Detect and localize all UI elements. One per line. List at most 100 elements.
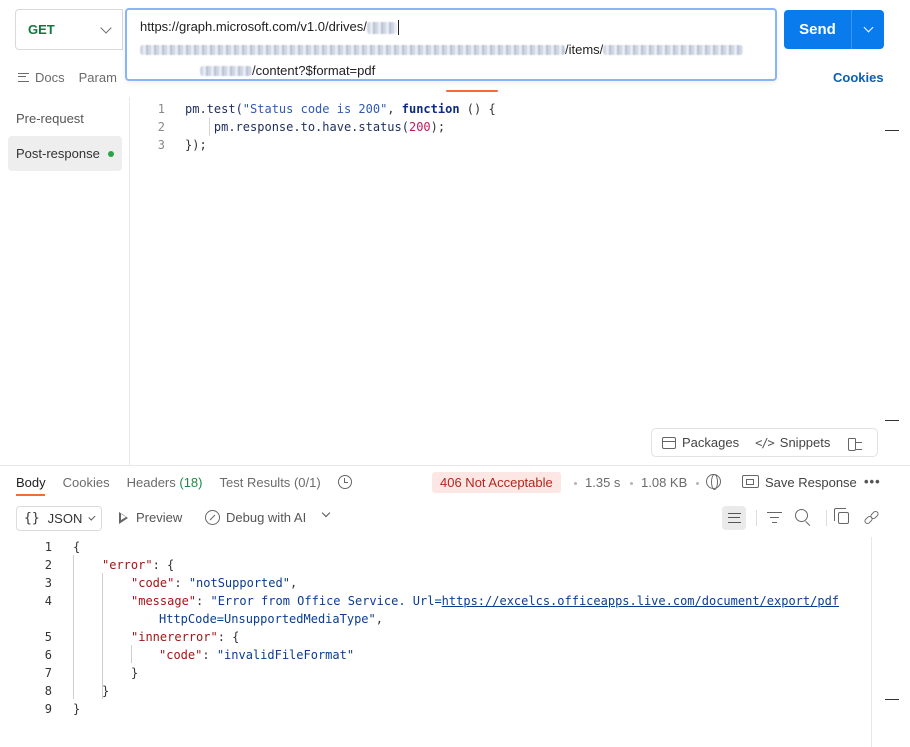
status-badge[interactable]: 406 Not Acceptable bbox=[432, 472, 561, 493]
history-icon[interactable] bbox=[337, 475, 352, 489]
json-token: { bbox=[73, 540, 81, 554]
test-results-count: (0/1) bbox=[293, 474, 321, 490]
line-number: 5 bbox=[44, 630, 52, 644]
tab-params[interactable]: Param bbox=[79, 70, 117, 85]
send-options-button[interactable] bbox=[852, 10, 884, 49]
tab-headers-label: Headers bbox=[126, 474, 176, 490]
json-value: HttpCode=UnsupportedMediaType" bbox=[159, 612, 376, 626]
redacted-item-id bbox=[603, 45, 744, 55]
send-button-group: Send bbox=[784, 10, 884, 49]
code-line: 1 pm.test("Status code is 200", function … bbox=[131, 100, 871, 118]
headers-count: (18) bbox=[179, 474, 203, 490]
search-icon[interactable] bbox=[795, 509, 808, 522]
docs-icon bbox=[18, 72, 29, 82]
url-text-content: /content?$format=pdf bbox=[252, 63, 376, 78]
code-token: }); bbox=[185, 138, 207, 152]
more-icon[interactable]: ••• bbox=[864, 474, 881, 489]
packages-button[interactable]: Packages bbox=[662, 435, 739, 450]
package-icon bbox=[662, 436, 676, 449]
url-text-items: /items/ bbox=[565, 42, 604, 57]
url-line-1: https://graph.microsoft.com/v1.0/drives/ bbox=[140, 17, 762, 37]
save-response-button[interactable]: Save Response bbox=[765, 475, 857, 490]
json-value: "notSupported" bbox=[188, 576, 290, 590]
response-time[interactable]: 1.35 s bbox=[585, 475, 620, 490]
url-input[interactable]: https://graph.microsoft.com/v1.0/drives/… bbox=[125, 8, 777, 81]
separator-dot bbox=[574, 482, 577, 485]
beautify-button[interactable] bbox=[846, 436, 863, 451]
line-number: 2 bbox=[157, 120, 165, 134]
line-number: 6 bbox=[44, 648, 52, 662]
line-number: 1 bbox=[157, 102, 165, 116]
filter-icon[interactable] bbox=[767, 512, 782, 524]
sidebar-item-label: Post-response bbox=[16, 146, 100, 161]
response-body[interactable]: 1{ 2 "error": { 3 "code": "notSupported", … bbox=[0, 537, 870, 737]
preview-label: Preview bbox=[136, 510, 183, 525]
code-line: 3}); bbox=[131, 136, 871, 154]
indent-guide bbox=[102, 573, 103, 699]
json-token: : { bbox=[217, 630, 240, 644]
code-token: ); bbox=[430, 120, 446, 134]
line-number: 3 bbox=[157, 138, 165, 152]
tab-test-results[interactable]: Test Results (0/1) bbox=[220, 475, 321, 490]
cookies-link[interactable]: Cookies bbox=[833, 70, 884, 85]
scrollbar-mark[interactable] bbox=[885, 699, 899, 700]
divider bbox=[756, 510, 757, 526]
script-editor[interactable]: 1 pm.test("Status code is 200", function … bbox=[131, 97, 881, 465]
scrollbar-mark[interactable] bbox=[885, 130, 899, 131]
json-value: "Error from Office Service. Url= bbox=[210, 594, 442, 608]
code-token: pm.response.to.have.status( bbox=[213, 120, 409, 134]
globe-icon[interactable] bbox=[706, 474, 721, 490]
json-line-wrap: HttpCode=UnsupportedMediaType", bbox=[159, 612, 383, 626]
format-value: JSON bbox=[47, 511, 83, 526]
wrap-lines-button[interactable] bbox=[722, 506, 746, 530]
tab-cookies[interactable]: Cookies bbox=[63, 475, 110, 490]
copy-icon[interactable] bbox=[834, 508, 849, 524]
scrollbar[interactable] bbox=[871, 537, 872, 747]
snippets-label: Snippets bbox=[779, 435, 831, 450]
sidebar-item-pre-request[interactable]: Pre-request bbox=[8, 101, 122, 136]
tab-body[interactable]: Body bbox=[16, 475, 46, 490]
json-key: "code" bbox=[159, 648, 203, 662]
snippets-button[interactable]: </> Snippets bbox=[755, 435, 830, 450]
json-line: 7} bbox=[0, 664, 138, 682]
separator-dot bbox=[630, 482, 633, 485]
json-line: 8} bbox=[0, 682, 109, 700]
json-key: "error" bbox=[102, 558, 153, 572]
active-tab-indicator bbox=[446, 90, 498, 92]
send-button[interactable]: Send bbox=[784, 21, 851, 38]
tab-test-results-label: Test Results bbox=[219, 474, 291, 490]
tab-headers[interactable]: Headers (18) bbox=[127, 475, 203, 490]
redacted-drive-id-cont bbox=[140, 45, 565, 55]
tab-docs[interactable]: Docs bbox=[18, 70, 65, 85]
json-token: } bbox=[73, 702, 81, 716]
link-icon[interactable] bbox=[863, 509, 880, 526]
json-key: "innererror" bbox=[131, 630, 218, 644]
json-link[interactable]: https://excelcs.officeapps.live.com/docu… bbox=[442, 594, 839, 608]
debug-with-ai-button[interactable]: Debug with AI bbox=[205, 510, 306, 525]
play-icon bbox=[119, 511, 129, 524]
preview-button[interactable]: Preview bbox=[119, 510, 182, 525]
braces-icon: {} bbox=[24, 511, 40, 526]
indent-guide bbox=[73, 555, 74, 699]
redacted-item-id-cont bbox=[200, 66, 252, 76]
url-line-3: /content?$format=pdf bbox=[140, 61, 762, 81]
save-icon[interactable] bbox=[742, 475, 759, 488]
code-token: 200 bbox=[408, 120, 431, 134]
indent-guide bbox=[131, 645, 132, 663]
sidebar-item-post-response[interactable]: Post-response bbox=[8, 136, 122, 171]
code-token: () { bbox=[459, 102, 496, 116]
response-size[interactable]: 1.08 KB bbox=[641, 475, 687, 490]
tab-docs-label: Docs bbox=[35, 69, 65, 85]
code-token: pm.test( bbox=[185, 102, 243, 116]
method-value: GET bbox=[28, 22, 55, 37]
panel-divider[interactable] bbox=[0, 465, 910, 466]
code-token: , bbox=[387, 102, 402, 116]
line-number: 9 bbox=[44, 702, 52, 716]
json-line: 4 "message": "Error from Office Service. … bbox=[0, 592, 839, 610]
sidebar-item-label: Pre-request bbox=[16, 111, 84, 126]
method-select[interactable]: GET bbox=[15, 9, 123, 50]
format-select[interactable]: {} JSON bbox=[16, 506, 102, 531]
json-line: 6 "code": "invalidFileFormat" bbox=[0, 646, 354, 664]
scrollbar-mark[interactable] bbox=[885, 420, 899, 421]
chevron-down-icon[interactable] bbox=[321, 508, 331, 518]
